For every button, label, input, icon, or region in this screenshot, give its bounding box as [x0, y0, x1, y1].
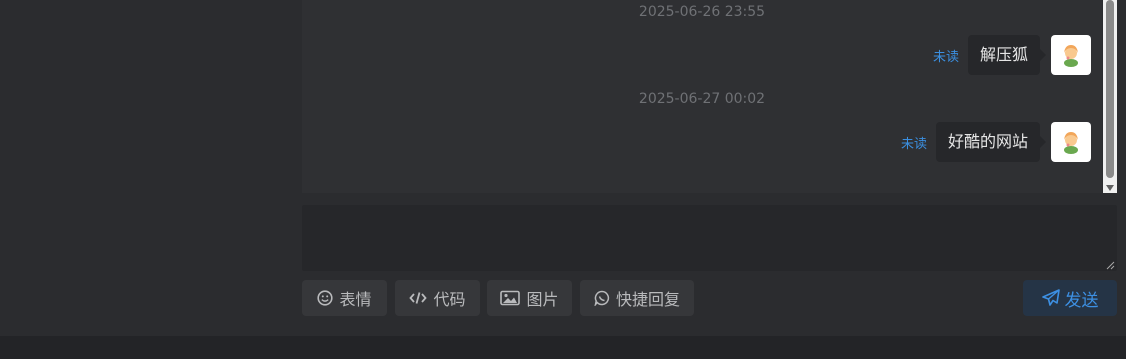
send-button-label: 发送 [1064, 290, 1099, 311]
code-icon [409, 292, 428, 304]
smile-icon [317, 290, 334, 306]
image-icon [500, 290, 521, 306]
image-button-label: 图片 [526, 290, 559, 309]
avatar[interactable] [1051, 35, 1091, 75]
message-row: 未读 解压狐 [933, 35, 1091, 75]
resize-grip-icon[interactable] [1106, 261, 1115, 270]
quick-reply-button[interactable]: 快捷回复 [580, 280, 694, 316]
send-button[interactable]: 发送 [1023, 280, 1117, 316]
user-avatar-icon [1064, 132, 1078, 154]
user-avatar-icon [1064, 45, 1078, 67]
code-button-label: 代码 [433, 290, 466, 309]
chat-message-list[interactable]: 2025-06-26 23:55 未读 解压狐 2025-06-27 00:02… [302, 0, 1102, 193]
avatar[interactable] [1051, 122, 1091, 162]
paper-plane-icon [1041, 289, 1060, 306]
message-timestamp: 2025-06-26 23:55 [638, 4, 766, 20]
message-timestamp: 2025-06-27 00:02 [638, 91, 766, 107]
unread-status: 未读 [932, 49, 959, 65]
emoji-button[interactable]: 表情 [302, 280, 387, 316]
message-input[interactable] [302, 205, 1117, 271]
chat-scrollbar[interactable] [1103, 0, 1117, 193]
emoji-button-label: 表情 [339, 290, 372, 309]
scroll-down-arrow-icon[interactable] [1106, 185, 1114, 191]
message-bubble: 好酷的网站 [935, 122, 1047, 162]
scrollbar-thumb[interactable] [1106, 0, 1114, 178]
message-bubble: 解压狐 [967, 35, 1047, 75]
code-button[interactable]: 代码 [395, 280, 480, 316]
footer-strip [0, 336, 1126, 359]
unread-status: 未读 [900, 136, 927, 152]
message-row: 未读 好酷的网站 [901, 122, 1091, 162]
image-button[interactable]: 图片 [487, 280, 572, 316]
quick-reply-button-label: 快捷回复 [615, 290, 680, 309]
chat-bubble-icon [594, 290, 610, 306]
